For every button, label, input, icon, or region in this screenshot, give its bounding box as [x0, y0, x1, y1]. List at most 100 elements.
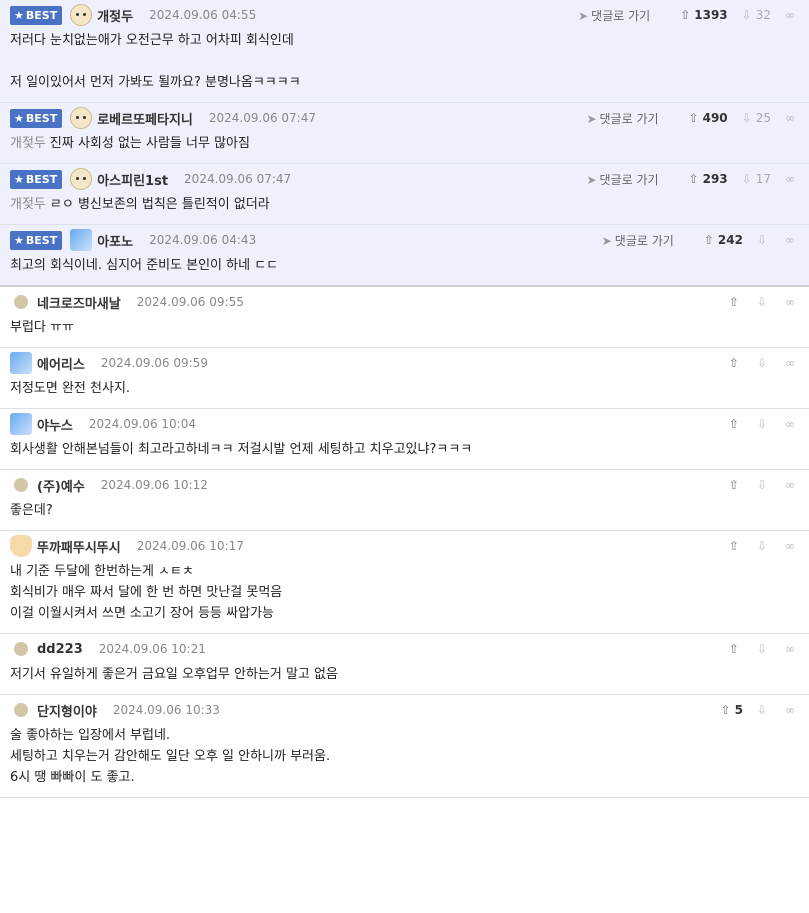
comment-header: ★ BEST 로베르또페타지니 2024.09.06 07:47 ➤ 댓글로 가기 ⇧ 490… — [10, 103, 799, 133]
avatar[interactable] — [10, 352, 32, 374]
downvote-button[interactable]: ⇩ — [757, 642, 771, 656]
comment-date: 2024.09.06 10:21 — [98, 642, 206, 656]
comment-line: 내 기준 두달에 한번하는게 ㅅㅌㅊ — [10, 564, 194, 579]
comment-actions: ⇧ ⇩ ∞ — [715, 470, 799, 500]
upvote-button[interactable]: ⇧ — [729, 356, 743, 370]
comment-line: 6시 땡 빠빠이 도 좋고. — [10, 770, 135, 785]
link-button[interactable]: ∞ — [785, 417, 799, 431]
link-icon: ∞ — [785, 111, 795, 125]
avatar[interactable] — [14, 642, 28, 656]
avatar[interactable] — [14, 478, 28, 492]
author-name[interactable]: 에어리스 — [37, 354, 85, 373]
comment-actions: ➤ 댓글로 가기 ⇧ 1393 ⇩ 32 ∞ — [578, 0, 799, 30]
upvote-button[interactable]: ⇧ — [729, 642, 743, 656]
comment-body: 회사생활 안해본넘들이 최고라고하네ㅋㅋ 저걸시발 언제 세팅하고 치우고있냐?… — [10, 439, 799, 469]
thumbs-up-icon: ⇧ — [728, 539, 739, 553]
author-name[interactable]: 단지형이야 — [37, 701, 97, 720]
reply-target[interactable]: 개젖두 — [10, 197, 46, 212]
comment-line: 저정도면 완전 천사지. — [10, 381, 131, 396]
upvote-button[interactable]: ⇧ 1393 — [680, 8, 727, 22]
downvote-button[interactable]: ⇩ — [757, 356, 771, 370]
upvote-button[interactable]: ⇧ 490 — [689, 111, 728, 125]
downvote-count: 32 — [755, 8, 771, 22]
author-name[interactable]: 뚜까패뚜시뚜시 — [37, 537, 121, 556]
comment-line: 술 좋아하는 입장에서 부럽네. — [10, 728, 171, 743]
avatar[interactable] — [70, 107, 93, 129]
author-name[interactable]: 로베르또페타지니 — [97, 109, 193, 128]
avatar[interactable] — [70, 229, 93, 251]
best-label: BEST — [25, 172, 58, 186]
comment-actions: ⇧ ⇩ ∞ — [715, 531, 799, 561]
comment-date: 2024.09.06 10:17 — [136, 539, 244, 553]
author-name[interactable]: (주)예수 — [37, 476, 85, 495]
goto-comment-link[interactable]: ➤ 댓글로 가기 — [586, 171, 658, 188]
downvote-button[interactable]: ⇩ — [757, 703, 771, 717]
comment-date: 2024.09.06 10:33 — [112, 703, 220, 717]
avatar[interactable] — [14, 703, 28, 717]
downvote-button[interactable]: ⇩ 32 — [742, 8, 771, 22]
comment-body: 내 기준 두달에 한번하는게 ㅅㅌㅊ 회식비가 매우 짜서 달에 한 번 하면 맛… — [10, 561, 799, 633]
downvote-button[interactable]: ⇩ — [757, 478, 771, 492]
comment-line: 세팅하고 치우는거 감안해도 일단 오후 일 안하니까 부러움. — [10, 749, 331, 764]
comment-line: 회사생활 안해본넘들이 최고라고하네ㅋㅋ 저걸시발 언제 세팅하고 치우고있냐?… — [10, 442, 473, 457]
reply-target[interactable]: 개젖두 — [10, 136, 46, 151]
avatar[interactable] — [14, 295, 28, 309]
avatar[interactable] — [10, 535, 32, 557]
downvote-button[interactable]: ⇩ 25 — [742, 111, 771, 125]
upvote-count: 1393 — [694, 8, 728, 22]
comment-header: ★ BEST 개젖두 2024.09.06 04:55 ➤ 댓글로 가기 ⇧ 1393 ⇩ 32 ∞ — [10, 0, 799, 30]
avatar[interactable] — [70, 168, 93, 190]
link-button[interactable]: ∞ — [785, 642, 799, 656]
author-name[interactable]: 네크로즈마새날 — [37, 293, 121, 312]
downvote-button[interactable]: ⇩ 17 — [742, 172, 771, 186]
upvote-count: 293 — [702, 172, 728, 186]
thumbs-up-icon: ⇧ — [688, 111, 699, 125]
goto-comment-link[interactable]: ➤ 댓글로 가기 — [602, 232, 674, 249]
comment-date: 2024.09.06 09:55 — [136, 295, 244, 309]
author-name[interactable]: 야누스 — [37, 415, 73, 434]
avatar[interactable] — [70, 4, 93, 26]
upvote-button[interactable]: ⇧ — [729, 478, 743, 492]
comment-item: 단지형이야 2024.09.06 10:33 ⇧ 5 ⇩ ∞ 술 좋아하는 입장에서 부럽네… — [0, 695, 809, 798]
comment-date: 2024.09.06 10:04 — [88, 417, 196, 431]
link-button[interactable]: ∞ — [785, 356, 799, 370]
comment-item: 에어리스 2024.09.06 09:59 ⇧ ⇩ ∞ 저정도면 완전 천사지. — [0, 348, 809, 409]
upvote-button[interactable]: ⇧ 293 — [689, 172, 728, 186]
link-button[interactable]: ∞ — [785, 295, 799, 309]
downvote-button[interactable]: ⇩ — [757, 233, 771, 247]
downvote-button[interactable]: ⇩ — [757, 417, 771, 431]
upvote-button[interactable]: ⇧ 242 — [704, 233, 743, 247]
author-name[interactable]: 아포노 — [97, 231, 133, 250]
upvote-button[interactable]: ⇧ 5 — [721, 703, 743, 717]
goto-label: 댓글로 가기 — [599, 172, 659, 187]
link-button[interactable]: ∞ — [785, 703, 799, 717]
link-button[interactable]: ∞ — [785, 8, 799, 22]
author-name[interactable]: 개젖두 — [97, 6, 133, 25]
author-name[interactable]: dd223 — [37, 642, 83, 657]
thumbs-down-icon: ⇩ — [756, 539, 767, 553]
comment-actions: ⇧ ⇩ ∞ — [715, 634, 799, 664]
comment-date: 2024.09.06 04:55 — [149, 8, 257, 22]
link-button[interactable]: ∞ — [785, 478, 799, 492]
upvote-button[interactable]: ⇧ — [729, 295, 743, 309]
goto-comment-link[interactable]: ➤ 댓글로 가기 — [586, 110, 658, 127]
link-button[interactable]: ∞ — [785, 111, 799, 125]
link-button[interactable]: ∞ — [785, 233, 799, 247]
comment-line: 회식비가 매우 짜서 달에 한 번 하면 맛난걸 못먹음 — [10, 585, 283, 600]
downvote-button[interactable]: ⇩ — [757, 539, 771, 553]
link-icon: ∞ — [785, 703, 795, 717]
link-button[interactable]: ∞ — [785, 539, 799, 553]
upvote-button[interactable]: ⇧ — [729, 539, 743, 553]
author-name[interactable]: 아스피린1st — [97, 170, 168, 189]
downvote-button[interactable]: ⇩ — [757, 295, 771, 309]
comment-body: 저기서 유일하게 좋은거 금요일 오후업무 안하는거 말고 없음 — [10, 664, 799, 694]
goto-label: 댓글로 가기 — [599, 111, 659, 126]
avatar[interactable] — [10, 413, 32, 435]
comment-header: 에어리스 2024.09.06 09:59 ⇧ ⇩ ∞ — [10, 348, 799, 378]
thumbs-down-icon: ⇩ — [756, 703, 767, 717]
comment-actions: ➤ 댓글로 가기 ⇧ 293 ⇩ 17 ∞ — [586, 164, 799, 194]
goto-comment-link[interactable]: ➤ 댓글로 가기 — [578, 7, 650, 24]
comment-actions: ⇧ ⇩ ∞ — [715, 348, 799, 378]
link-button[interactable]: ∞ — [785, 172, 799, 186]
upvote-button[interactable]: ⇧ — [729, 417, 743, 431]
